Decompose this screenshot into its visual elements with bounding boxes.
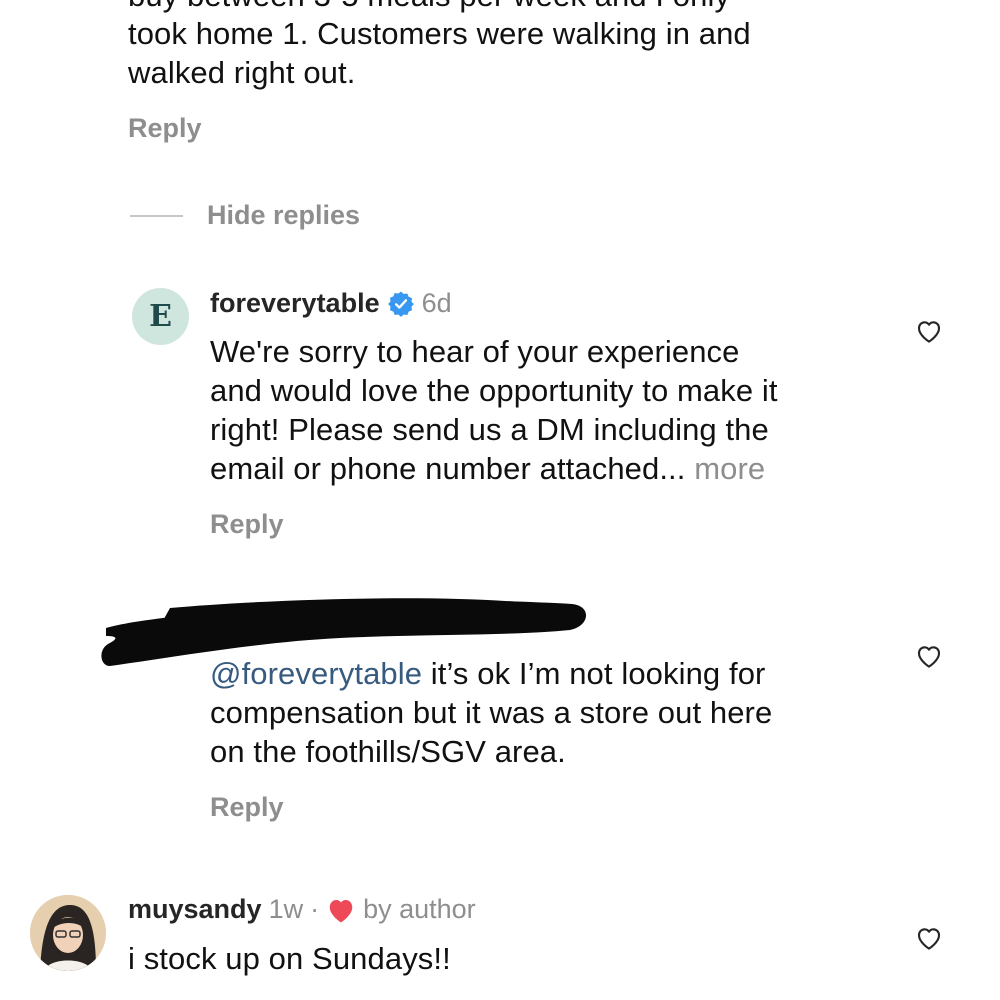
liked-by-author-label: by author bbox=[363, 894, 476, 924]
like-heart-icon[interactable] bbox=[914, 316, 944, 346]
reply-text-line: compensation but it was a store out here bbox=[210, 695, 773, 730]
like-heart-icon[interactable] bbox=[914, 923, 944, 953]
reply-text: it’s ok I’m not looking for bbox=[422, 656, 766, 691]
reply-text-line: We're sorry to hear of your experience bbox=[210, 334, 740, 369]
comment-text: i stock up on Sundays!! bbox=[128, 941, 451, 976]
reply-header: foreverytable 6d bbox=[210, 288, 452, 319]
username[interactable]: foreverytable bbox=[210, 288, 380, 319]
more-link[interactable]: more bbox=[694, 451, 765, 486]
reply-text-line: right! Please send us a DM including the bbox=[210, 412, 769, 447]
timestamp: 6d bbox=[421, 288, 452, 318]
hide-replies-button[interactable]: Hide replies bbox=[207, 200, 360, 231]
user-photo bbox=[30, 895, 106, 971]
top-comment-partial-line: buy between 3-5 meals per week and I onl… bbox=[128, 0, 730, 15]
reply-text-line: email or phone number attached... more bbox=[210, 449, 765, 488]
comment-header: muysandy 1w · by author bbox=[128, 894, 476, 925]
reply-text-line: on the foothills/SGV area. bbox=[210, 734, 566, 769]
hide-replies-divider bbox=[130, 215, 183, 217]
reply-text-truncated: email or phone number attached... bbox=[210, 451, 686, 486]
mention-link[interactable]: @foreverytable bbox=[210, 656, 422, 691]
avatar[interactable] bbox=[30, 895, 106, 971]
brand-logo-letter: E bbox=[149, 299, 172, 334]
liked-heart-icon bbox=[326, 896, 356, 924]
reply-text-line: @foreverytable it’s ok I’m not looking f… bbox=[210, 654, 765, 693]
avatar[interactable]: E bbox=[132, 288, 189, 345]
reply-button[interactable]: Reply bbox=[210, 792, 284, 823]
separator: · bbox=[310, 894, 320, 924]
top-comment-line: took home 1. Customers were walking in a… bbox=[128, 16, 751, 51]
top-comment-line: walked right out. bbox=[128, 55, 356, 90]
reply-button[interactable]: Reply bbox=[128, 113, 202, 144]
reply-button[interactable]: Reply bbox=[210, 509, 284, 540]
username[interactable]: muysandy bbox=[128, 894, 262, 925]
verified-badge-icon bbox=[387, 291, 414, 317]
reply-text-line: and would love the opportunity to make i… bbox=[210, 373, 778, 408]
timestamp: 1w bbox=[268, 894, 304, 924]
like-heart-icon[interactable] bbox=[914, 641, 944, 671]
